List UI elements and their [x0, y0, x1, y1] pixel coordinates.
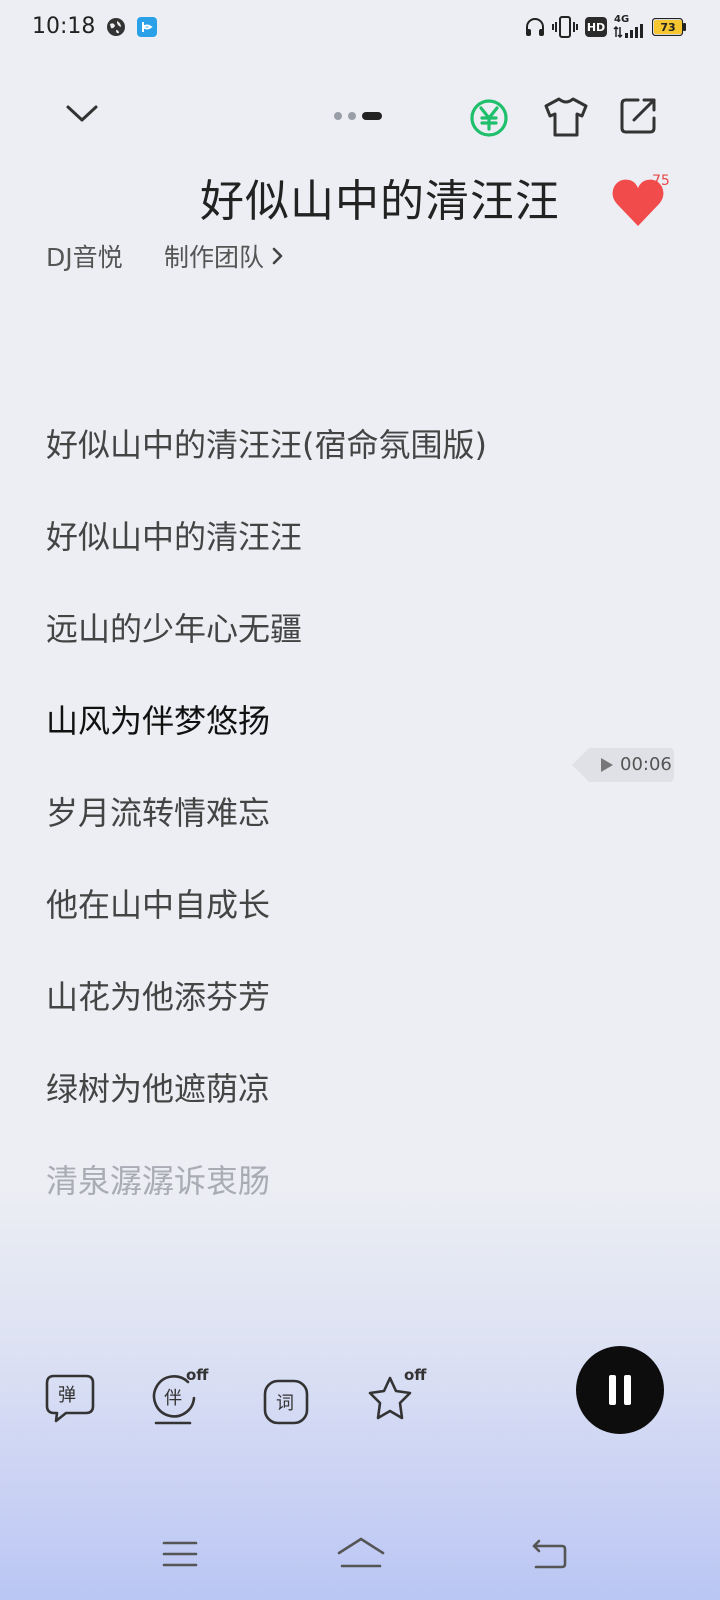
lyric-line[interactable]: 远山的少年心无疆: [46, 604, 302, 650]
like-count: 75: [652, 173, 670, 189]
signal-icon: [613, 24, 643, 39]
vip-button[interactable]: [467, 96, 511, 140]
production-team-label: 制作团队: [164, 243, 265, 272]
page-dot-active: [362, 112, 382, 120]
lyric-line[interactable]: 山花为他添芬芳: [46, 972, 270, 1018]
play-icon: [601, 758, 613, 772]
lyric-line[interactable]: 好似山中的清汪汪: [46, 512, 302, 558]
production-team-link[interactable]: 制作团队: [164, 238, 286, 274]
headset-icon: [526, 18, 544, 36]
seek-time: 00:06: [620, 754, 672, 775]
page-dot: [334, 112, 342, 120]
tshirt-icon: [544, 97, 588, 137]
page-dot: [348, 112, 356, 120]
lyric-line[interactable]: 岁月流转情难忘: [46, 788, 270, 834]
lyric-line[interactable]: 好似山中的清汪汪(宿命氛围版): [46, 420, 487, 466]
back-icon: [532, 1539, 567, 1569]
chevron-down-icon: [66, 105, 98, 122]
globe-icon: [107, 18, 125, 36]
hd-badge: HD: [585, 17, 607, 37]
nav-back-button[interactable]: [530, 1538, 568, 1570]
accompany-state: off: [186, 1366, 209, 1384]
danmaku-label: 弹: [58, 1385, 76, 1406]
lyric-line[interactable]: 他在山中自成长: [46, 880, 270, 926]
battery-icon: 73: [652, 18, 686, 36]
lyric-line-current[interactable]: 山风为伴梦悠扬: [46, 696, 270, 742]
accompany-button[interactable]: 伴 off: [150, 1366, 216, 1426]
battery-level: 73: [654, 20, 682, 34]
status-bar: 10:18 HD 4G 73: [0, 0, 720, 56]
pause-button[interactable]: [576, 1346, 664, 1434]
app-notification-icon: [137, 17, 157, 37]
favorite-button[interactable]: off: [366, 1366, 436, 1426]
status-time: 10:18: [32, 14, 96, 39]
nav-home-button[interactable]: [336, 1536, 386, 1570]
lyric-line[interactable]: 清泉潺潺诉衷肠: [46, 1156, 270, 1202]
collapse-button[interactable]: [60, 95, 104, 135]
lyrics-label: 词: [276, 1393, 294, 1414]
chevron-right-icon: [272, 247, 283, 265]
theme-button[interactable]: [542, 94, 590, 140]
pause-icon: [609, 1375, 631, 1405]
seek-to-lyric-button[interactable]: 00:06: [572, 748, 674, 782]
share-icon: [620, 98, 656, 134]
favorite-state: off: [404, 1366, 427, 1384]
lyric-line[interactable]: 绿树为他遮荫凉: [46, 1064, 270, 1110]
home-icon: [337, 1537, 385, 1568]
share-button[interactable]: [616, 94, 660, 138]
accompany-label: 伴: [164, 1388, 182, 1409]
page-indicator: [334, 110, 390, 120]
danmaku-button[interactable]: 弹: [44, 1374, 96, 1424]
lyrics-toggle-button[interactable]: 词: [262, 1378, 310, 1426]
nav-menu-button[interactable]: [162, 1540, 198, 1568]
artist-name[interactable]: DJ音悦: [46, 238, 123, 274]
vip-yen-icon: [470, 99, 508, 137]
vibrate-icon: [552, 16, 578, 38]
menu-icon: [162, 1541, 198, 1567]
